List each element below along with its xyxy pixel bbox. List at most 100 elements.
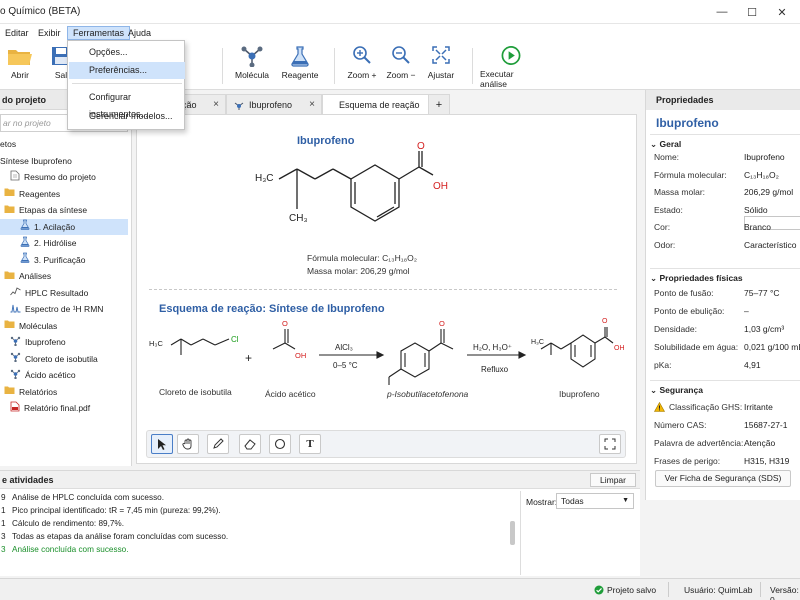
tree-item[interactable]: HPLC Resultado <box>0 285 128 301</box>
folder-icon <box>4 384 15 400</box>
tree-item[interactable]: Síntese Ibuprofeno <box>0 153 128 169</box>
section-label: Propriedades físicas <box>659 273 743 283</box>
hand-icon[interactable] <box>177 434 199 454</box>
flask-icon <box>20 252 30 268</box>
minimize-button[interactable]: — <box>708 0 736 24</box>
reaction-condition: H₂O, H₃O⁺ <box>473 343 513 352</box>
section-fisicas[interactable]: ⌄ Propriedades físicas <box>650 270 743 286</box>
tree-item[interactable]: Ácido acético <box>0 367 128 383</box>
new-tab-button[interactable]: + <box>428 94 450 114</box>
molar-mass-text: Massa molar: 206,29 g/mol <box>307 266 410 276</box>
tab-ibuprofeno[interactable]: Ibuprofeno × <box>226 94 322 114</box>
open-button[interactable]: Abrir <box>2 45 38 89</box>
tree-item[interactable]: 2. Hidrólise <box>0 235 128 251</box>
reaction-scheme[interactable] <box>137 315 637 395</box>
menu-ajuda[interactable]: Ajuda <box>123 26 156 40</box>
tree-item[interactable]: Moléculas <box>0 318 128 334</box>
tree-item-label: Ácido acético <box>25 370 76 380</box>
maximize-button[interactable]: ☐ <box>738 0 766 24</box>
menu-editar[interactable]: Editar <box>0 26 34 40</box>
tree-item[interactable]: Análises <box>0 268 128 284</box>
tree-item[interactable]: 1. Acilação <box>0 218 128 235</box>
menu-exibir[interactable]: Exibir <box>33 26 66 40</box>
tree-item-label: Reagentes <box>19 188 61 199</box>
fit-button[interactable]: Ajustar <box>424 45 458 89</box>
close-button[interactable]: ✕ <box>768 0 796 24</box>
tree-item-label: Cloreto de isobutila <box>25 353 98 364</box>
atom-label: OH <box>295 351 307 360</box>
title-bar: o Químico (BETA) — ☐ ✕ <box>0 0 800 24</box>
tree-item[interactable]: Cloreto de isobutila <box>0 351 128 367</box>
save-button-label: Sal <box>54 70 68 80</box>
reaction-canvas[interactable]: Ibuprofeno H₃C CH₃ O OH Fórmula molecula… <box>136 114 637 464</box>
close-tab-icon[interactable]: × <box>213 95 219 115</box>
section-geral[interactable]: ⌄ Geral <box>650 136 681 152</box>
zoom-out-button[interactable]: Zoom − <box>385 45 417 89</box>
property-label: Massa molar: <box>654 187 706 197</box>
molecule-button[interactable]: Molécula <box>232 45 272 89</box>
menu-item-gerenciar-modelos[interactable]: Gerenciar modelos... <box>69 108 185 125</box>
tree-item[interactable]: Relatório final.pdf <box>0 400 128 416</box>
intermediate-name: p-Isobutilacetofenona <box>387 389 469 399</box>
property-value: 0,021 g/100 mL ( <box>744 342 800 352</box>
log-line-number: 1 <box>1 506 6 515</box>
tree-item[interactable]: Relatórios <box>0 384 128 400</box>
molecule-icon <box>10 335 21 351</box>
filter-label: Mostrar: <box>526 497 558 507</box>
circle-icon[interactable] <box>269 434 291 454</box>
log-scrollbar-thumb[interactable] <box>510 521 515 545</box>
project-tree: etos Síntese Ibuprofeno Resumo do projeto R… <box>0 136 130 426</box>
tree-item[interactable]: Reagentes <box>0 186 128 202</box>
open-button-label: Abrir <box>11 70 29 80</box>
clear-log-button[interactable]: Limpar <box>590 473 636 487</box>
run-analysis-button[interactable]: Executar análise <box>480 45 542 89</box>
select-arrow-icon[interactable] <box>151 434 173 454</box>
menu-ferramentas[interactable]: Ferramentas <box>67 26 131 40</box>
fit-screen-icon[interactable] <box>599 434 621 454</box>
activity-log-title: e atividades <box>0 471 640 489</box>
property-value: 15687-27-1 <box>744 420 788 430</box>
menu-item-configurar-instrumentos[interactable]: Configurar instrumentos... <box>69 89 185 119</box>
ibuprofen-structure[interactable] <box>247 147 477 257</box>
section-seguranca[interactable]: ⌄ Segurança <box>650 382 703 398</box>
eraser-icon[interactable] <box>239 434 261 454</box>
filter-select[interactable]: Todas ▼ <box>556 493 634 509</box>
property-label: Frases de perigo: <box>654 456 721 466</box>
ferramentas-dropdown: Opções... Preferências... Configurar ins… <box>67 40 185 130</box>
zoom-out-label: Zoom − <box>386 70 416 80</box>
doc-icon <box>10 170 20 186</box>
tree-item[interactable]: Ibuprofeno <box>0 334 128 350</box>
folder-icon <box>4 203 15 219</box>
tree-item[interactable]: Etapas da síntese <box>0 202 128 218</box>
fit-view-icon <box>432 46 450 64</box>
menu-item-opcoes[interactable]: Opções... <box>69 44 185 61</box>
text-icon[interactable]: T <box>299 434 321 454</box>
log-line-text: Análise concluída com sucesso. <box>12 545 129 554</box>
tree-item-label: HPLC Resultado <box>25 287 89 298</box>
tree-item[interactable]: Espectro de ¹H RMN <box>0 301 128 317</box>
menu-item-preferencias[interactable]: Preferências... <box>69 62 185 79</box>
divider <box>760 582 761 597</box>
folder-open-icon <box>8 50 32 65</box>
tree-item[interactable]: Resumo do projeto <box>0 169 128 185</box>
molecule-icon <box>241 46 263 67</box>
fit-button-label: Ajustar <box>427 70 455 80</box>
atom-label: OH <box>614 345 625 352</box>
close-tab-icon[interactable]: × <box>309 95 315 115</box>
atom-label: H₃C <box>149 339 163 348</box>
tree-item-label: 2. Hidrólise <box>34 238 77 248</box>
tree-item[interactable]: etos <box>0 136 128 152</box>
tree-item[interactable]: 3. Purificação <box>0 252 128 268</box>
property-label: Número CAS: <box>654 420 707 430</box>
folder-icon <box>4 186 15 202</box>
reagent-button[interactable]: Reagente <box>280 45 320 89</box>
formula-value: C₁₃H₁₈O₂ <box>382 253 418 263</box>
property-label: Classificação GHS: <box>669 402 743 412</box>
zoom-in-button[interactable]: Zoom + <box>346 45 378 89</box>
flask-icon <box>291 46 309 67</box>
save-status: Projeto salvo <box>607 585 657 595</box>
pencil-icon[interactable] <box>207 434 229 454</box>
property-value: 1,03 g/cm³ <box>744 324 785 334</box>
sds-button[interactable]: Ver Ficha de Segurança (SDS) <box>655 470 791 487</box>
molecule-icon <box>10 368 21 384</box>
